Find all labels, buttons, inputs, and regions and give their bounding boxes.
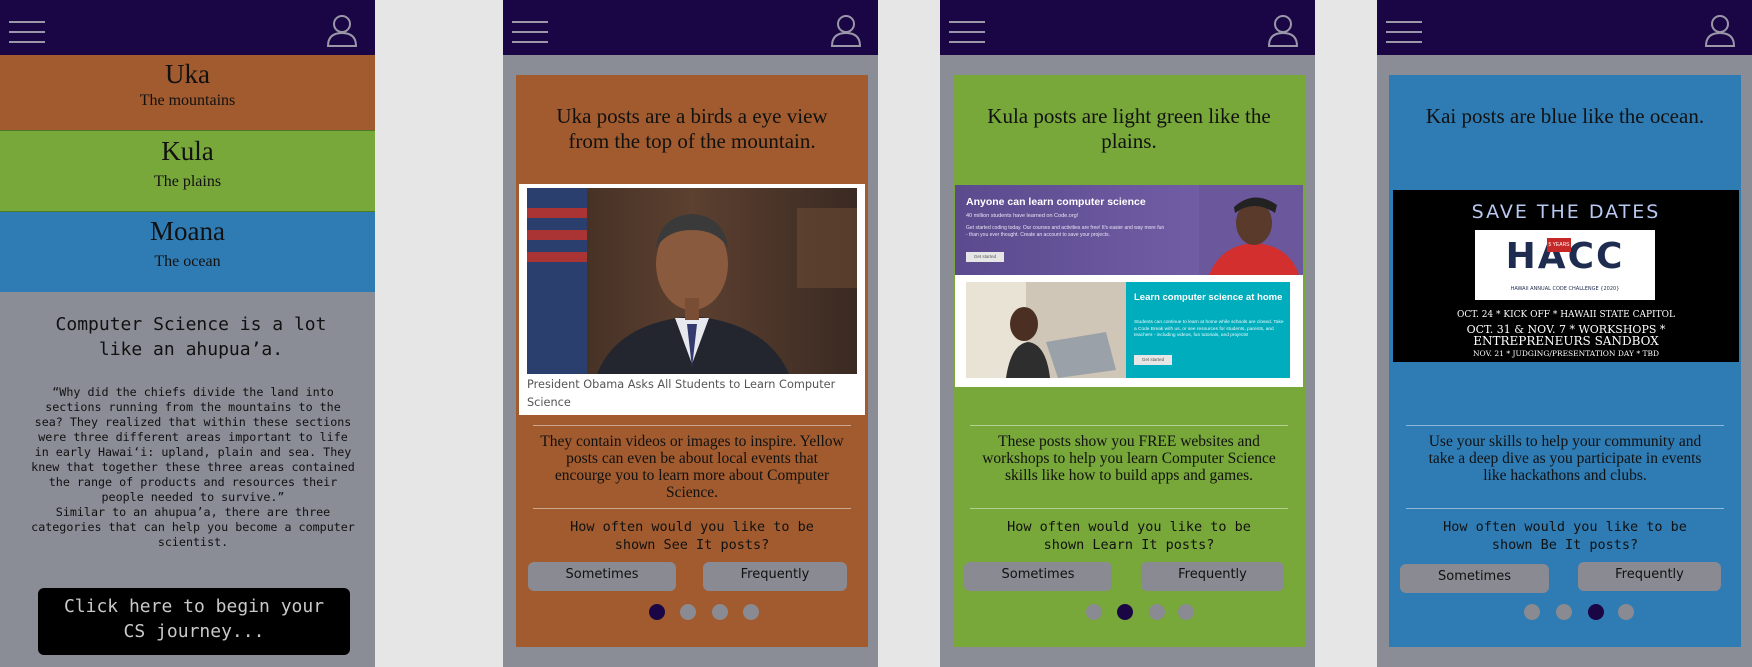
region-uka[interactable]: Uka The mountains [0,55,375,130]
user-icon[interactable] [1267,13,1299,47]
divider [970,508,1288,509]
website-preview[interactable]: Anyone can learn computer science 40 mil… [955,185,1303,387]
card-title: Kai posts are blue like the ocean. [1425,104,1705,128]
landing-screen: Uka The mountains Kula The plains Moana … [0,0,375,667]
banner-button[interactable]: Get started [1134,355,1172,365]
divider [533,425,851,426]
home-learning-photo [966,282,1126,378]
hamburger-icon[interactable] [512,21,548,43]
hacc-anniversary-badge: 5 YEARS [1547,238,1571,252]
page-dot-1[interactable] [1524,604,1540,620]
hamburger-icon[interactable] [9,21,45,43]
quote-conclusion: Similar to an ahupua’a, there are three … [31,505,355,549]
divider [970,425,1288,426]
uka-screen: Uka posts are a birds a eye view from th… [503,0,878,667]
banner-body: Students can continue to learn at home w… [1134,320,1284,338]
region-subtitle: The ocean [154,253,221,270]
video-embed[interactable]: President Obama Asks All Students to Lea… [519,184,865,415]
page-dot-3[interactable] [1149,604,1165,620]
poster-date-line: ENTREPRENEURS SANDBOX [1473,334,1659,348]
kai-screen: Kai posts are blue like the ocean. SAVE … [1377,0,1752,667]
divider [1406,508,1724,509]
banner-button[interactable]: Get started [966,252,1004,262]
banner-title: Anyone can learn computer science [966,196,1146,208]
card-title: Uka posts are a birds a eye view from th… [556,104,828,153]
page-dot-1[interactable] [649,604,665,620]
divider [1406,425,1724,426]
region-moana[interactable]: Moana The ocean [0,212,375,292]
top-bar [940,0,1315,55]
frequency-question: How often would you like to be shown Be … [1443,519,1687,553]
card-description: These posts show you FREE websites and w… [982,433,1276,484]
video-caption[interactable]: President Obama Asks All Students to Lea… [527,376,859,412]
quote-text: “Why did the chiefs divide the land into… [31,385,355,504]
page-dot-3[interactable] [712,604,728,620]
sometimes-button[interactable]: Sometimes [528,562,676,591]
frequently-button[interactable]: Frequently [1141,562,1284,591]
page-dot-4[interactable] [743,604,759,620]
page-dot-2[interactable] [680,604,696,620]
user-icon[interactable] [830,13,862,47]
teal-panel: Learn computer science at home Students … [1126,282,1290,378]
top-bar [0,0,375,55]
banner-learn-at-home[interactable]: Learn computer science at home Students … [966,282,1290,378]
ahupuaa-quote: “Why did the chiefs divide the land into… [28,385,358,550]
poster-header: SAVE THE DATES [1471,201,1661,223]
card-title: Kula posts are light green like the plai… [987,104,1271,153]
divider [533,508,851,509]
page-dot-4[interactable] [1178,604,1194,620]
banner-anyone-can-learn[interactable]: Anyone can learn computer science 40 mil… [955,185,1303,275]
frequently-button[interactable]: Frequently [703,562,847,591]
page-dot-4[interactable] [1618,604,1634,620]
poster-date-line: OCT. 24 * KICK OFF * HAWAII STATE CAPITO… [1457,310,1675,320]
banner-title: Learn computer science at home [1134,292,1283,303]
page-dot-2[interactable] [1556,604,1572,620]
region-subtitle: The plains [153,173,222,190]
page-dot-1[interactable] [1086,604,1102,620]
hamburger-icon[interactable] [1386,21,1422,43]
page-heading: Computer Science is a lot like an ahupua… [55,314,327,360]
region-title: Uka [165,59,210,89]
sometimes-button[interactable]: Sometimes [1400,564,1549,593]
frequency-question: How often would you like to be shown See… [570,519,814,553]
student-photo [1199,185,1303,275]
region-subtitle: The mountains [139,92,236,109]
banner-body: Get started coding today. Our courses an… [966,225,1165,238]
top-bar [503,0,878,55]
region-title: Kula [161,136,214,166]
video-thumbnail[interactable] [527,188,857,374]
hacc-logo: HACC 5 YEARS HAWAII ANNUAL CODE CHALLENG… [1475,230,1655,300]
frequently-button[interactable]: Frequently [1578,562,1721,591]
region-title: Moana [150,216,225,246]
uka-card: Uka posts are a birds a eye view from th… [516,75,868,647]
user-icon[interactable] [326,13,358,47]
card-description: They contain videos or images to inspire… [540,433,844,501]
page-dot-2[interactable] [1117,604,1133,620]
hacc-event-poster[interactable]: SAVE THE DATES HACC 5 YEARS HAWAII ANNUA… [1393,190,1739,362]
hamburger-icon[interactable] [949,21,985,43]
region-kula[interactable]: Kula The plains [0,130,375,212]
banner-subtitle: 40 million students have learned on Code… [966,213,1079,219]
card-description: Use your skills to help your community a… [1428,433,1702,484]
top-bar [1377,0,1752,55]
frequency-question: How often would you like to be shown Lea… [1007,519,1251,553]
hacc-logo-subtitle: HAWAII ANNUAL CODE CHALLENGE {2020} [1510,286,1620,292]
kula-card: Kula posts are light green like the plai… [953,75,1305,647]
begin-journey-button[interactable]: Click here to begin your CS journey... [38,588,350,655]
kai-card: Kai posts are blue like the ocean. SAVE … [1389,75,1741,647]
poster-date-line: NOV. 21 * JUDGING/PRESENTATION DAY * TBD [1472,349,1659,358]
kula-screen: Kula posts are light green like the plai… [940,0,1315,667]
page-dot-3[interactable] [1588,604,1604,620]
sometimes-button[interactable]: Sometimes [964,562,1112,591]
user-icon[interactable] [1704,13,1736,47]
